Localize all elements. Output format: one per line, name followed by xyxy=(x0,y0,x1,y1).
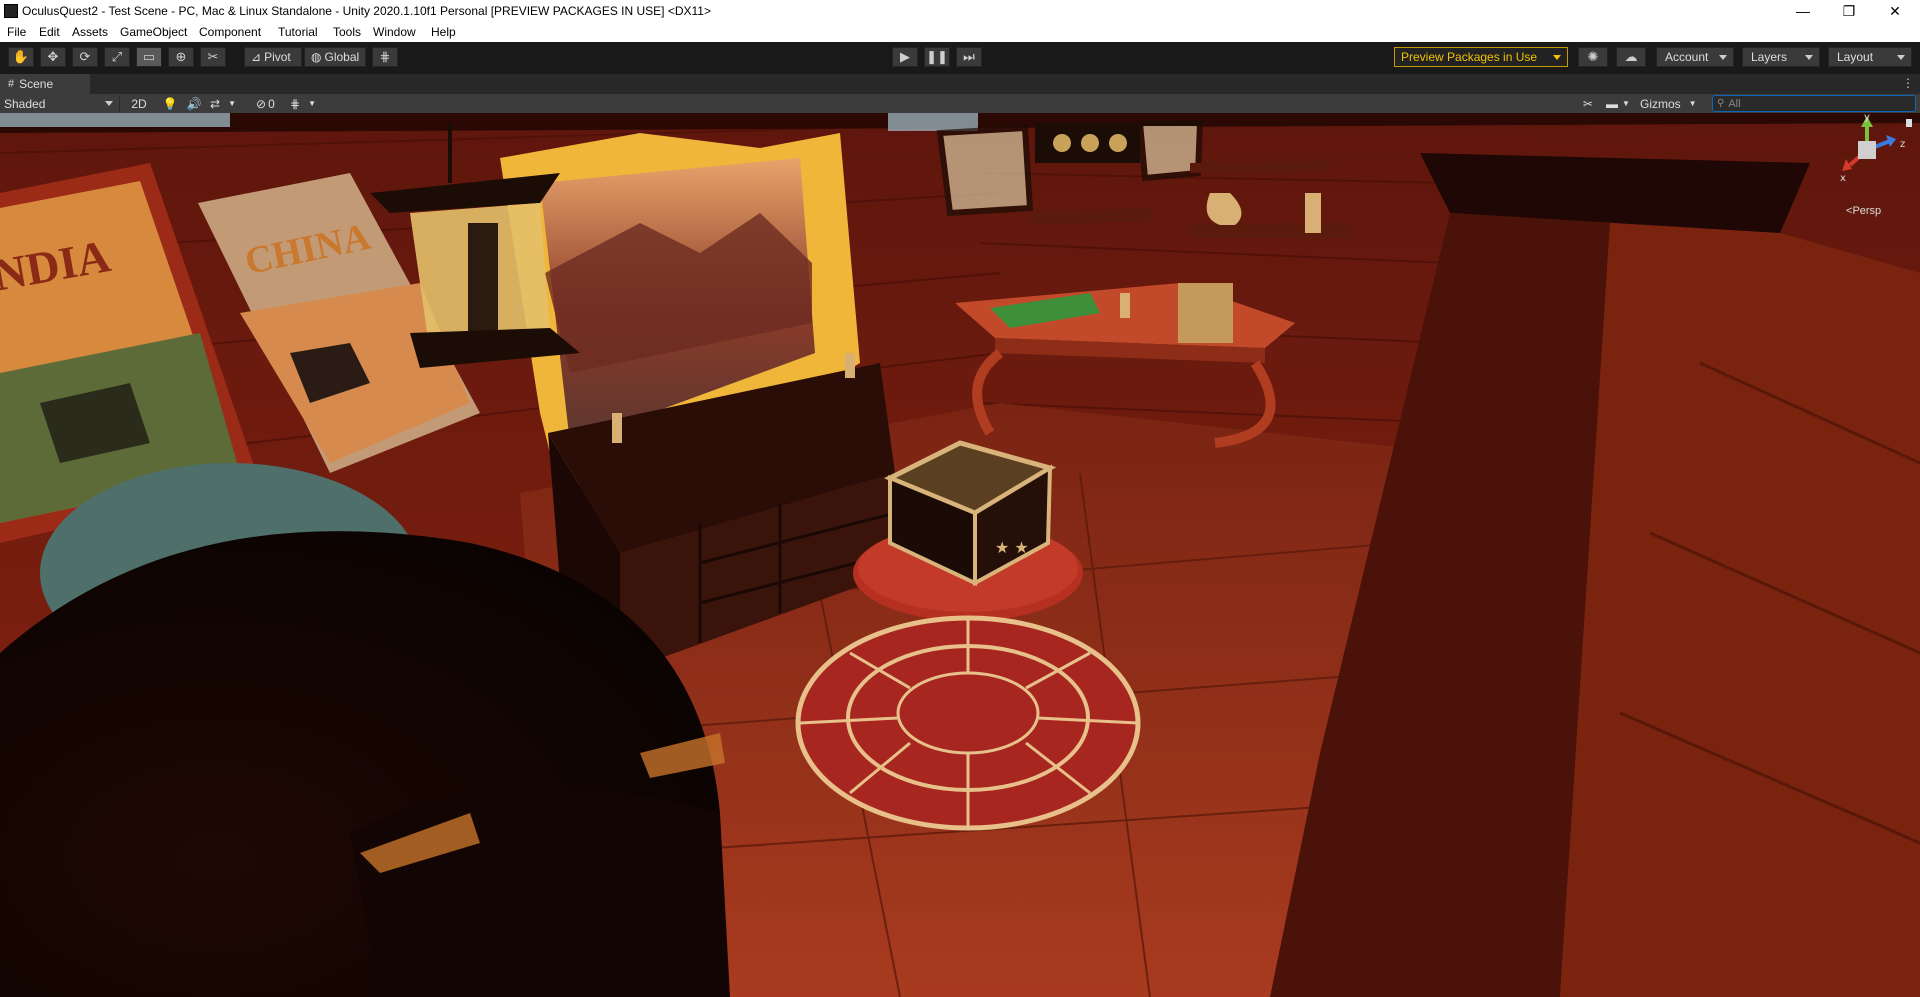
pivot-label: Pivot xyxy=(264,50,291,64)
transform-tool-icon[interactable]: ⊕ xyxy=(168,47,194,67)
global-toggle[interactable]: ◍ Global xyxy=(304,47,366,67)
menu-assets[interactable]: Assets xyxy=(72,25,108,39)
projection-toggle[interactable]: <Persp xyxy=(1846,205,1881,217)
layers-dropdown[interactable]: Layers xyxy=(1742,47,1820,67)
menu-gameobject[interactable]: GameObject xyxy=(120,25,187,39)
window-title: OculusQuest2 - Test Scene - PC, Mac & Li… xyxy=(22,4,711,18)
scene-viewport[interactable]: NDIA CHINA ★ ★ y x z <Persp xyxy=(0,113,1920,997)
layers-label: Layers xyxy=(1751,50,1788,64)
scene-render: NDIA CHINA ★ ★ xyxy=(0,113,1920,997)
chevron-down-icon: ▼ xyxy=(1688,99,1697,108)
grid-dropdown[interactable]: ⋕ ▼ xyxy=(290,95,326,112)
play-button[interactable]: ▶ xyxy=(892,47,918,67)
menu-edit[interactable]: Edit xyxy=(39,25,60,39)
rect-tool-icon[interactable]: ▭ xyxy=(136,47,162,67)
custom-tool-icon[interactable]: ✂ xyxy=(200,47,226,67)
account-label: Account xyxy=(1665,50,1709,64)
preview-packages-label: Preview Packages in Use xyxy=(1401,50,1538,64)
maximize-button[interactable]: ❐ xyxy=(1826,0,1872,22)
shading-mode-dropdown[interactable]: Shaded xyxy=(2,95,120,112)
preview-packages-dropdown[interactable]: Preview Packages in Use xyxy=(1394,47,1568,67)
close-button[interactable]: ✕ xyxy=(1872,0,1918,22)
scene-tab-bar: # Scene ⋮ xyxy=(0,74,1920,94)
rotate-tool-icon[interactable]: ⟳ xyxy=(72,47,98,67)
menu-tools[interactable]: Tools xyxy=(333,25,361,39)
menu-bar: File Edit Assets GameObject Component Tu… xyxy=(0,22,1920,42)
chevron-down-icon xyxy=(1553,55,1561,60)
scene-toolbar: Shaded 2D 💡 🔊 ⇄ ▼ ⊘ 0 ⋕ ▼ ✂ ▬ ▼ Gizmos ▼ ⚲ … xyxy=(0,94,1920,114)
scene-search-input[interactable]: ⚲ All xyxy=(1712,95,1916,112)
2d-toggle[interactable]: 2D xyxy=(126,95,152,112)
shading-mode-label: Shaded xyxy=(4,96,46,111)
tab-scene[interactable]: # Scene xyxy=(0,74,90,94)
more-options-icon[interactable]: ⋮ xyxy=(1902,76,1914,90)
minimize-button[interactable]: — xyxy=(1780,0,1826,22)
chevron-down-icon: ▼ xyxy=(228,99,236,108)
lighting-toggle-icon[interactable]: 💡 xyxy=(160,95,180,112)
chevron-down-icon xyxy=(1897,55,1905,60)
gizmos-dropdown[interactable]: Gizmos ▼ xyxy=(1640,95,1704,112)
layout-dropdown[interactable]: Layout xyxy=(1828,47,1912,67)
search-icon: ⚲ xyxy=(1717,98,1725,109)
globe-icon: ◍ xyxy=(311,50,322,64)
menu-help[interactable]: Help xyxy=(431,25,456,39)
orientation-gizmo[interactable]: y x z <Persp xyxy=(1810,113,1920,217)
camera-icon: ▬ xyxy=(1606,96,1618,111)
lock-icon[interactable] xyxy=(1906,119,1912,127)
axis-y-label: y xyxy=(1864,113,1870,123)
pivot-icon: ⊿ xyxy=(251,50,262,64)
menu-component[interactable]: Component xyxy=(199,25,261,39)
global-label: Global xyxy=(324,50,360,64)
grid-snap-icon[interactable]: ⋕ xyxy=(372,47,398,67)
window-title-bar: OculusQuest2 - Test Scene - PC, Mac & Li… xyxy=(0,0,1920,22)
step-button[interactable]: ⏭ xyxy=(956,47,982,67)
chevron-down-icon xyxy=(105,101,113,106)
gizmos-label: Gizmos xyxy=(1640,96,1681,111)
hidden-eye-icon: ⊘ xyxy=(256,96,267,111)
hand-tool-icon[interactable]: ✋ xyxy=(8,47,34,67)
chevron-down-icon xyxy=(1719,55,1727,60)
cloud-icon[interactable]: ☁ xyxy=(1616,47,1646,67)
scene-icon: # xyxy=(8,78,15,90)
audio-toggle-icon[interactable]: 🔊 xyxy=(184,95,204,112)
menu-tutorial[interactable]: Tutorial xyxy=(278,25,318,39)
pivot-toggle[interactable]: ⊿ Pivot xyxy=(244,47,302,67)
axis-gizmo-icon[interactable]: y x z xyxy=(1810,113,1920,193)
pause-button[interactable]: ❚❚ xyxy=(924,47,950,67)
hidden-count: 0 xyxy=(268,96,275,111)
zodiac-rug xyxy=(795,615,1141,831)
move-tool-icon[interactable]: ✥ xyxy=(40,47,66,67)
chevron-down-icon xyxy=(1805,55,1813,60)
axis-z-label: z xyxy=(1900,139,1905,150)
layout-label: Layout xyxy=(1837,50,1874,64)
2d-label: 2D xyxy=(131,96,147,111)
svg-text:★ ★: ★ ★ xyxy=(995,538,1029,557)
grid-icon: ⋕ xyxy=(290,96,301,111)
tools-icon[interactable]: ✂ xyxy=(1578,95,1598,112)
chevron-down-icon: ▼ xyxy=(308,99,316,108)
menu-window[interactable]: Window xyxy=(373,25,416,39)
account-dropdown[interactable]: Account xyxy=(1656,47,1734,67)
projection-label: Persp xyxy=(1852,205,1882,217)
scene-visibility-toggle[interactable]: ⊘ 0 xyxy=(256,95,286,112)
search-placeholder: All xyxy=(1728,97,1741,110)
collab-icon[interactable]: ✺ xyxy=(1578,47,1608,67)
axis-x-label: x xyxy=(1840,173,1846,184)
chevron-down-icon: ▼ xyxy=(1622,99,1630,108)
menu-file[interactable]: File xyxy=(7,25,26,39)
unity-logo-icon xyxy=(4,4,18,18)
tab-scene-label: Scene xyxy=(19,77,54,91)
scale-tool-icon[interactable]: ⤢ xyxy=(104,47,130,67)
effects-dropdown[interactable]: ⇄ ▼ xyxy=(210,95,242,112)
effects-icon: ⇄ xyxy=(210,96,221,111)
camera-dropdown[interactable]: ▬ ▼ xyxy=(1606,95,1636,112)
main-toolbar: ✋ ✥ ⟳ ⤢ ▭ ⊕ ✂ ⊿ Pivot ◍ Global ⋕ ▶ ❚❚ ⏭ … xyxy=(0,42,1920,75)
